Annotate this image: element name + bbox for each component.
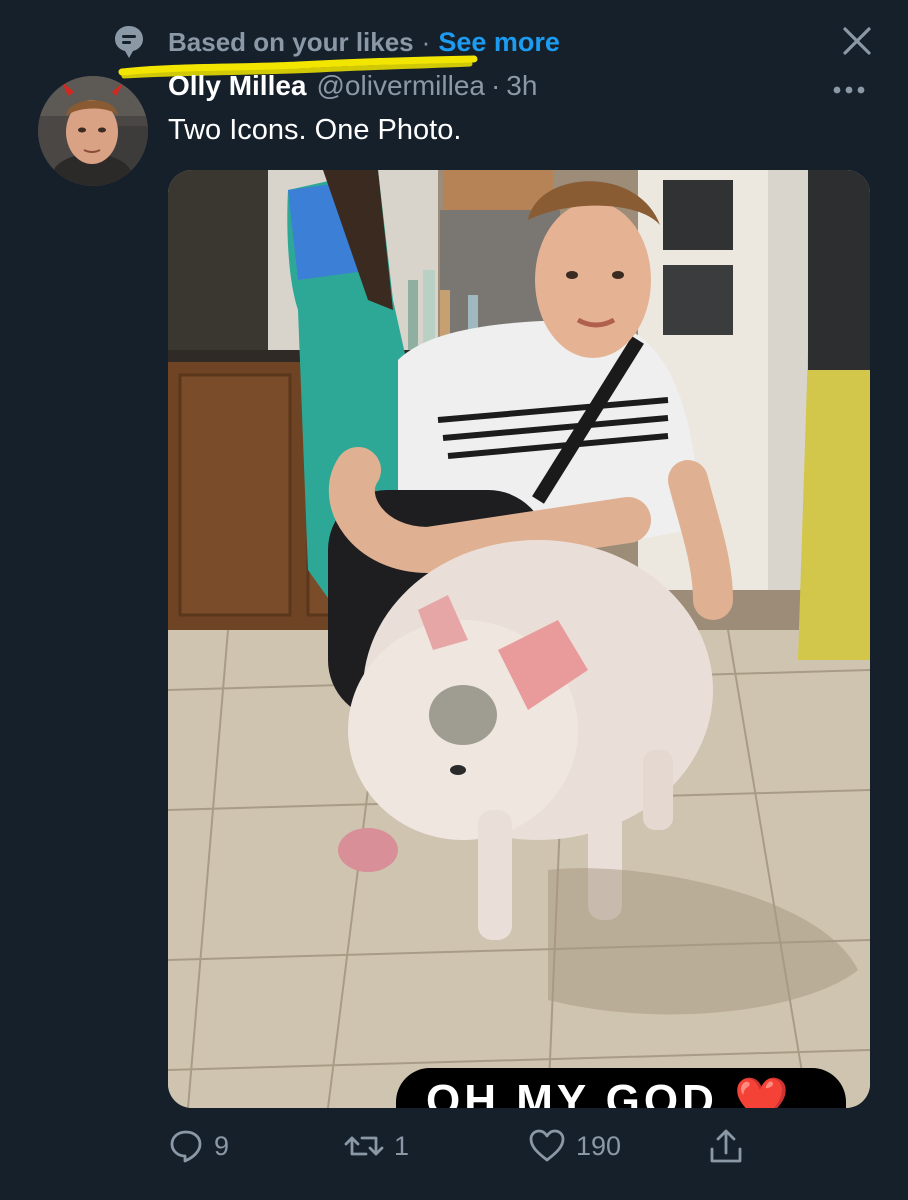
avatar[interactable]: [38, 76, 148, 186]
retweet-button[interactable]: 1: [344, 1124, 409, 1168]
tweet[interactable]: Based on your likes · See more Olly Mill…: [0, 0, 908, 1200]
tweet-actions: 9 1 190: [168, 1124, 870, 1168]
reply-count: 9: [214, 1130, 230, 1161]
like-button[interactable]: 190: [528, 1124, 621, 1168]
context-label: Based on your likes: [168, 26, 414, 57]
context-separator: ·: [421, 26, 431, 57]
see-more-link[interactable]: See more: [438, 27, 560, 58]
more-options-button[interactable]: [832, 82, 866, 98]
tweet-header: Olly Millea @olivermillea · 3h: [168, 70, 537, 102]
author-handle[interactable]: @olivermillea: [317, 70, 485, 102]
photo-image: [168, 170, 870, 1108]
share-icon: [710, 1129, 742, 1163]
share-button[interactable]: [708, 1124, 754, 1168]
close-icon: [843, 27, 871, 55]
tweet-timestamp[interactable]: 3h: [506, 70, 537, 102]
close-button[interactable]: [840, 24, 874, 58]
header-separator: ·: [490, 70, 501, 101]
reply-button[interactable]: 9: [168, 1124, 229, 1168]
author-display-name[interactable]: Olly Millea: [168, 70, 307, 102]
retweet-icon: [344, 1136, 384, 1156]
like-count: 190: [576, 1130, 622, 1161]
image-caption-text: OH MY GOD ❤️: [426, 1076, 793, 1108]
retweet-count: 1: [394, 1130, 410, 1161]
image-caption-overlay: OH MY GOD ❤️: [396, 1068, 846, 1108]
heart-icon: [529, 1129, 565, 1162]
reply-icon: [170, 1130, 202, 1163]
tweet-photo[interactable]: OH MY GOD ❤️: [168, 170, 870, 1108]
tweet-text: Two Icons. One Photo.: [168, 114, 462, 146]
more-icon: [833, 86, 865, 94]
